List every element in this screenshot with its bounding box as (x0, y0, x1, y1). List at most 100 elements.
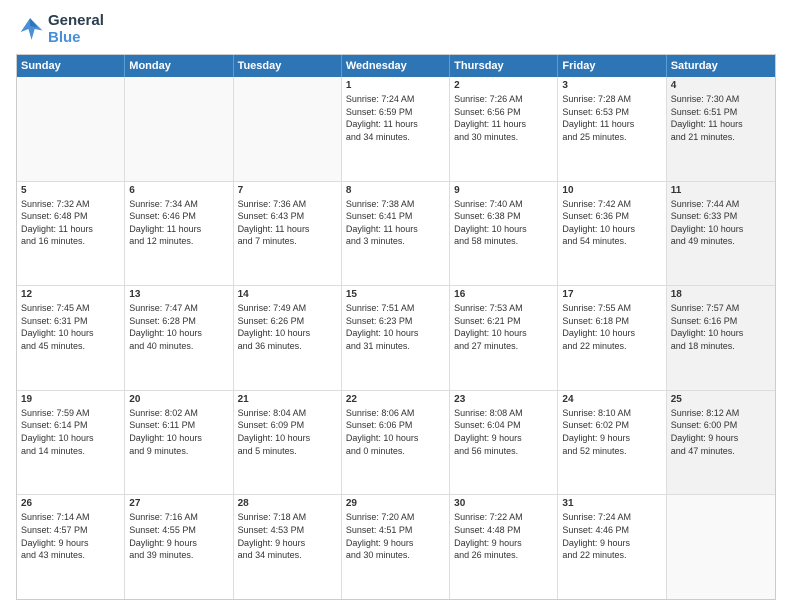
cell-text: Sunrise: 7:42 AM Sunset: 6:36 PM Dayligh… (562, 198, 661, 248)
cal-cell: 2 Sunrise: 7:26 AM Sunset: 6:56 PM Daylig… (450, 77, 558, 181)
day-number: 21 (238, 394, 337, 405)
cell-text: Sunrise: 7:16 AM Sunset: 4:55 PM Dayligh… (129, 511, 228, 561)
day-number: 20 (129, 394, 228, 405)
cal-cell: 16 Sunrise: 7:53 AM Sunset: 6:21 PM Dayli… (450, 286, 558, 390)
day-number: 27 (129, 498, 228, 509)
day-number: 9 (454, 185, 553, 196)
cal-cell (667, 495, 775, 599)
cell-text: Sunrise: 7:24 AM Sunset: 6:59 PM Dayligh… (346, 93, 445, 143)
cal-cell: 25 Sunrise: 8:12 AM Sunset: 6:00 PM Dayli… (667, 391, 775, 495)
cal-cell (234, 77, 342, 181)
day-number: 4 (671, 80, 771, 91)
logo-icon (16, 15, 44, 43)
cal-cell: 9 Sunrise: 7:40 AM Sunset: 6:38 PM Daylig… (450, 182, 558, 286)
cal-cell: 14Sunrise: 7:49 AM Sunset: 6:26 PM Dayli… (234, 286, 342, 390)
day-number: 25 (671, 394, 771, 405)
page: General Blue SundayMondayTuesdayWednesda… (0, 0, 792, 612)
cell-text: Sunrise: 7:51 AM Sunset: 6:23 PM Dayligh… (346, 302, 445, 352)
day-number: 3 (562, 80, 661, 91)
day-header-monday: Monday (125, 55, 233, 77)
cal-cell: 27 Sunrise: 7:16 AM Sunset: 4:55 PM Dayli… (125, 495, 233, 599)
cell-text: Sunrise: 7:18 AM Sunset: 4:53 PM Dayligh… (238, 511, 337, 561)
cell-text: Sunrise: 7:40 AM Sunset: 6:38 PM Dayligh… (454, 198, 553, 248)
logo-text: General Blue (48, 12, 104, 46)
cal-cell: 23Sunrise: 8:08 AM Sunset: 6:04 PM Dayli… (450, 391, 558, 495)
day-number: 24 (562, 394, 661, 405)
day-number: 19 (21, 394, 120, 405)
day-number: 7 (238, 185, 337, 196)
header: General Blue (16, 12, 776, 46)
cell-text: Sunrise: 7:38 AM Sunset: 6:41 PM Dayligh… (346, 198, 445, 248)
day-header-tuesday: Tuesday (234, 55, 342, 77)
cell-text: Sunrise: 7:47 AM Sunset: 6:28 PM Dayligh… (129, 302, 228, 352)
cal-cell: 26 Sunrise: 7:14 AM Sunset: 4:57 PM Dayli… (17, 495, 125, 599)
cell-text: Sunrise: 7:36 AM Sunset: 6:43 PM Dayligh… (238, 198, 337, 248)
cal-cell: 4 Sunrise: 7:30 AM Sunset: 6:51 PM Daylig… (667, 77, 775, 181)
week-row-1: 1 Sunrise: 7:24 AM Sunset: 6:59 PM Daylig… (17, 77, 775, 182)
cal-cell: 22 Sunrise: 8:06 AM Sunset: 6:06 PM Dayli… (342, 391, 450, 495)
day-header-saturday: Saturday (667, 55, 775, 77)
cell-text: Sunrise: 7:22 AM Sunset: 4:48 PM Dayligh… (454, 511, 553, 561)
cal-cell: 11 Sunrise: 7:44 AM Sunset: 6:33 PM Dayli… (667, 182, 775, 286)
day-number: 1 (346, 80, 445, 91)
day-number: 30 (454, 498, 553, 509)
day-number: 28 (238, 498, 337, 509)
cell-text: Sunrise: 7:59 AM Sunset: 6:14 PM Dayligh… (21, 407, 120, 457)
day-number: 18 (671, 289, 771, 300)
cal-cell: 6 Sunrise: 7:34 AM Sunset: 6:46 PM Daylig… (125, 182, 233, 286)
cal-cell: 21Sunrise: 8:04 AM Sunset: 6:09 PM Dayli… (234, 391, 342, 495)
day-number: 22 (346, 394, 445, 405)
cell-text: Sunrise: 8:06 AM Sunset: 6:06 PM Dayligh… (346, 407, 445, 457)
cell-text: Sunrise: 8:10 AM Sunset: 6:02 PM Dayligh… (562, 407, 661, 457)
day-number: 2 (454, 80, 553, 91)
cal-cell: 30 Sunrise: 7:22 AM Sunset: 4:48 PM Dayli… (450, 495, 558, 599)
cal-cell: 10 Sunrise: 7:42 AM Sunset: 6:36 PM Dayli… (558, 182, 666, 286)
week-row-5: 26 Sunrise: 7:14 AM Sunset: 4:57 PM Dayli… (17, 495, 775, 599)
logo: General Blue (16, 12, 104, 46)
calendar-header: SundayMondayTuesdayWednesdayThursdayFrid… (17, 55, 775, 77)
cell-text: Sunrise: 7:30 AM Sunset: 6:51 PM Dayligh… (671, 93, 771, 143)
cal-cell: 17Sunrise: 7:55 AM Sunset: 6:18 PM Dayli… (558, 286, 666, 390)
cal-cell: 5Sunrise: 7:32 AM Sunset: 6:48 PM Daylig… (17, 182, 125, 286)
cal-cell: 13 Sunrise: 7:47 AM Sunset: 6:28 PM Dayli… (125, 286, 233, 390)
cell-text: Sunrise: 7:53 AM Sunset: 6:21 PM Dayligh… (454, 302, 553, 352)
cell-text: Sunrise: 7:26 AM Sunset: 6:56 PM Dayligh… (454, 93, 553, 143)
week-row-3: 12Sunrise: 7:45 AM Sunset: 6:31 PM Dayli… (17, 286, 775, 391)
cal-cell: 15 Sunrise: 7:51 AM Sunset: 6:23 PM Dayli… (342, 286, 450, 390)
day-number: 12 (21, 289, 120, 300)
day-header-sunday: Sunday (17, 55, 125, 77)
cell-text: Sunrise: 7:34 AM Sunset: 6:46 PM Dayligh… (129, 198, 228, 248)
cal-cell: 7 Sunrise: 7:36 AM Sunset: 6:43 PM Daylig… (234, 182, 342, 286)
day-number: 8 (346, 185, 445, 196)
cal-cell: 28 Sunrise: 7:18 AM Sunset: 4:53 PM Dayli… (234, 495, 342, 599)
day-number: 13 (129, 289, 228, 300)
cell-text: Sunrise: 8:02 AM Sunset: 6:11 PM Dayligh… (129, 407, 228, 457)
cell-text: Sunrise: 7:44 AM Sunset: 6:33 PM Dayligh… (671, 198, 771, 248)
cal-cell (17, 77, 125, 181)
cal-cell: 29 Sunrise: 7:20 AM Sunset: 4:51 PM Dayli… (342, 495, 450, 599)
day-number: 6 (129, 185, 228, 196)
day-number: 29 (346, 498, 445, 509)
day-number: 16 (454, 289, 553, 300)
cal-cell: 8 Sunrise: 7:38 AM Sunset: 6:41 PM Daylig… (342, 182, 450, 286)
cell-text: Sunrise: 7:14 AM Sunset: 4:57 PM Dayligh… (21, 511, 120, 561)
day-number: 17 (562, 289, 661, 300)
day-number: 5 (21, 185, 120, 196)
day-number: 26 (21, 498, 120, 509)
cell-text: Sunrise: 7:49 AM Sunset: 6:26 PM Dayligh… (238, 302, 337, 352)
day-number: 11 (671, 185, 771, 196)
day-number: 15 (346, 289, 445, 300)
calendar-body: 1 Sunrise: 7:24 AM Sunset: 6:59 PM Daylig… (17, 77, 775, 599)
cal-cell: 31Sunrise: 7:24 AM Sunset: 4:46 PM Dayli… (558, 495, 666, 599)
cal-cell: 20 Sunrise: 8:02 AM Sunset: 6:11 PM Dayli… (125, 391, 233, 495)
day-header-wednesday: Wednesday (342, 55, 450, 77)
cal-cell: 3Sunrise: 7:28 AM Sunset: 6:53 PM Daylig… (558, 77, 666, 181)
day-number: 10 (562, 185, 661, 196)
cell-text: Sunrise: 8:12 AM Sunset: 6:00 PM Dayligh… (671, 407, 771, 457)
cell-text: Sunrise: 7:24 AM Sunset: 4:46 PM Dayligh… (562, 511, 661, 561)
cal-cell: 12Sunrise: 7:45 AM Sunset: 6:31 PM Dayli… (17, 286, 125, 390)
day-header-thursday: Thursday (450, 55, 558, 77)
cell-text: Sunrise: 7:20 AM Sunset: 4:51 PM Dayligh… (346, 511, 445, 561)
calendar: SundayMondayTuesdayWednesdayThursdayFrid… (16, 54, 776, 600)
cell-text: Sunrise: 8:08 AM Sunset: 6:04 PM Dayligh… (454, 407, 553, 457)
